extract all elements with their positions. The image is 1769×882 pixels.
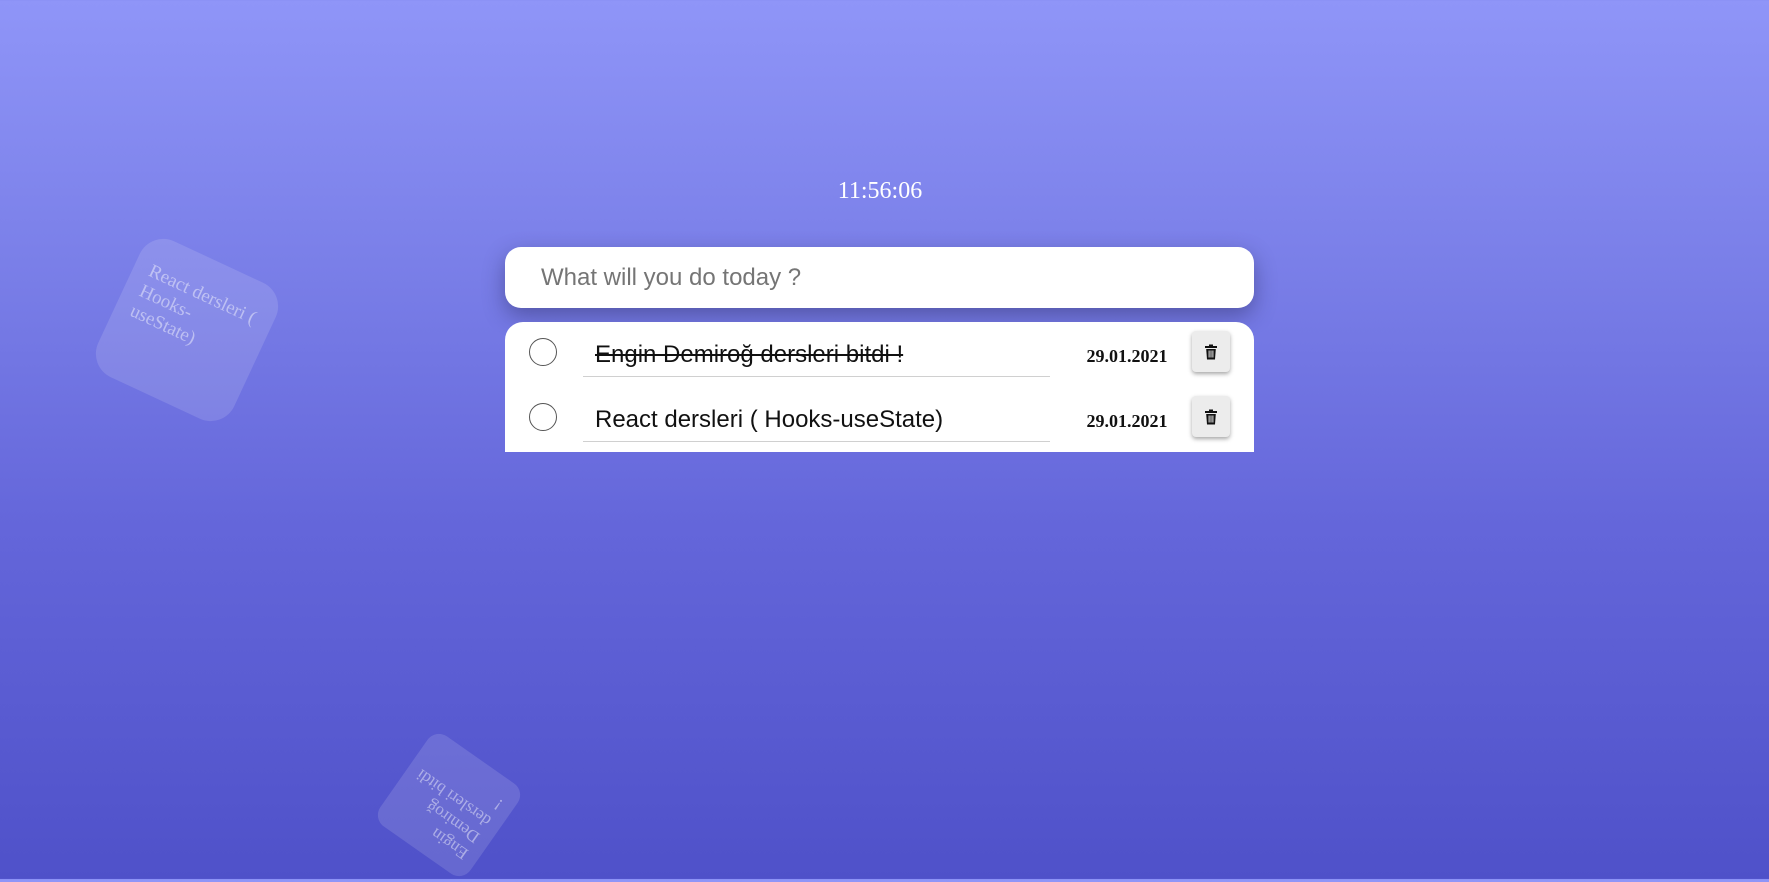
complete-toggle[interactable] [529, 338, 557, 366]
todo-item: React dersleri ( Hooks-useState) 29.01.2… [505, 387, 1254, 452]
delete-button[interactable] [1192, 396, 1230, 437]
todo-list: Engin Demiroğ dersleri bitdi ! 29.01.202… [505, 322, 1254, 452]
todo-item: Engin Demiroğ dersleri bitdi ! 29.01.202… [505, 322, 1254, 387]
new-task-input[interactable] [505, 247, 1254, 308]
task-date: 29.01.2021 [1086, 411, 1168, 431]
delete-button[interactable] [1192, 331, 1230, 372]
trash-icon [1205, 344, 1217, 359]
trash-icon [1205, 409, 1217, 424]
complete-toggle[interactable] [529, 403, 557, 431]
task-date: 29.01.2021 [1086, 346, 1168, 366]
floating-note-engin: Engin Demiroğ dersleri bitdi ! [372, 728, 526, 882]
floating-note-react: React dersleri ( Hooks-useState) [87, 230, 287, 430]
new-task-input-wrapper [505, 247, 1254, 308]
clock: 11:56:06 [837, 178, 923, 204]
task-text[interactable]: React dersleri ( Hooks-useState) [583, 400, 1050, 442]
task-text[interactable]: Engin Demiroğ dersleri bitdi ! [583, 335, 1050, 377]
